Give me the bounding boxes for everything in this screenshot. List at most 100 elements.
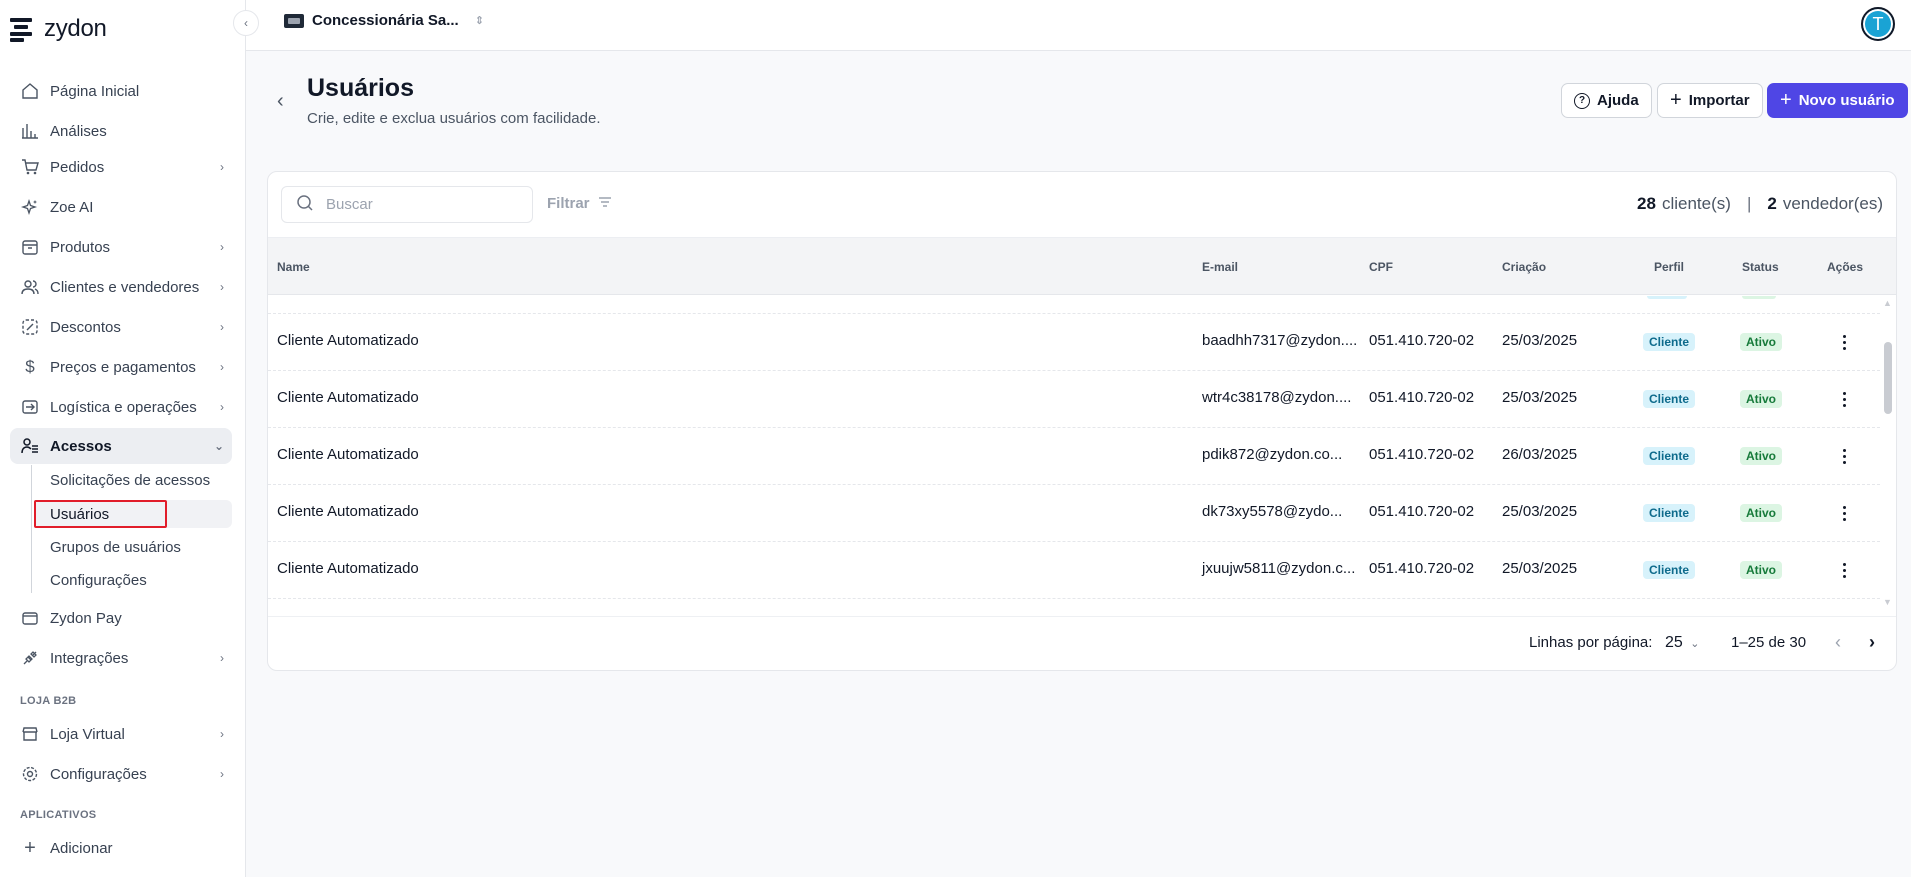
sellers-label: vendedor(es) bbox=[1782, 194, 1883, 213]
logistics-icon bbox=[20, 397, 40, 417]
sidebar-item-logistica[interactable]: Logística e operações › bbox=[10, 390, 232, 424]
sidebar-subitem-solicitacoes[interactable]: Solicitações de acessos bbox=[34, 466, 232, 494]
sidebar-item-clientes-vendedores[interactable]: Clientes e vendedores › bbox=[10, 270, 232, 304]
next-page-icon[interactable]: › bbox=[1869, 632, 1875, 653]
more-actions-icon[interactable] bbox=[1834, 560, 1854, 580]
avatar[interactable]: T bbox=[1861, 7, 1895, 41]
status-badge: Ativo bbox=[1740, 390, 1782, 408]
cell-name: Cliente Automatizado bbox=[277, 389, 419, 406]
status-badge: Ativo bbox=[1740, 561, 1782, 579]
cell-name: Cliente Automatizado bbox=[277, 503, 419, 520]
table-row[interactable]: Cliente Automatizado jxuujw5811@zydon.c.… bbox=[268, 542, 1880, 599]
rows-per-page-select[interactable]: 25 ⌄ bbox=[1665, 634, 1699, 652]
store-icon bbox=[20, 724, 40, 744]
sidebar-item-label: Zydon Pay bbox=[50, 609, 122, 627]
footer-divider bbox=[268, 616, 1896, 617]
sidebar-subitem-label: Usuários bbox=[50, 505, 110, 523]
search-placeholder: Buscar bbox=[326, 196, 373, 213]
search-input[interactable]: Buscar bbox=[281, 186, 533, 223]
scroll-down-icon[interactable]: ▼ bbox=[1883, 597, 1892, 607]
chevron-right-icon: › bbox=[220, 320, 224, 334]
cell-cpf: 051.410.720-02 bbox=[1369, 560, 1475, 577]
sidebar-subitem-configuracoes[interactable]: Configurações bbox=[34, 566, 232, 594]
import-button-label: Importar bbox=[1688, 92, 1750, 109]
more-actions-icon[interactable] bbox=[1834, 503, 1854, 523]
store-selector[interactable]: Concessionária Sa... ⇕ bbox=[284, 12, 484, 29]
sidebar-item-descontos[interactable]: Descontos › bbox=[10, 310, 232, 344]
column-header-name[interactable]: Name bbox=[277, 260, 310, 274]
box-icon bbox=[20, 237, 40, 257]
more-actions-icon[interactable] bbox=[1834, 389, 1854, 409]
sidebar-item-label: Integrações bbox=[50, 649, 129, 667]
chevron-down-icon: ⌄ bbox=[1690, 638, 1700, 650]
bar-chart-icon bbox=[20, 121, 40, 141]
dollar-icon: $ bbox=[25, 357, 35, 376]
column-header-cpf[interactable]: CPF bbox=[1369, 260, 1393, 274]
counts-separator: | bbox=[1746, 194, 1752, 213]
sellers-count: 2 bbox=[1767, 194, 1777, 213]
column-header-status[interactable]: Status bbox=[1742, 260, 1779, 274]
table-row[interactable]: Cliente Automatizado baadhh7317@zydon...… bbox=[268, 314, 1880, 371]
sidebar-item-analises[interactable]: Análises bbox=[10, 114, 232, 148]
sidebar-subitem-grupos[interactable]: Grupos de usuários bbox=[34, 533, 232, 561]
discount-icon bbox=[20, 317, 40, 337]
sidebar-subitem-label: Grupos de usuários bbox=[50, 538, 181, 556]
collapse-sidebar-button[interactable]: ‹ bbox=[233, 10, 259, 36]
scroll-up-icon[interactable]: ▲ bbox=[1883, 298, 1892, 308]
filter-button[interactable]: Filtrar bbox=[547, 195, 612, 212]
cell-cpf: 051.410.720-02 bbox=[1369, 446, 1475, 463]
table-row[interactable]: Cliente Automatizado pdik872@zydon.co...… bbox=[268, 428, 1880, 485]
new-user-button[interactable]: + Novo usuário bbox=[1767, 83, 1908, 118]
chevron-right-icon: › bbox=[220, 160, 224, 174]
sidebar-item-label: Descontos bbox=[50, 318, 121, 336]
help-button[interactable]: ? Ajuda bbox=[1561, 83, 1652, 118]
rows-per-page-label: Linhas por página: bbox=[1529, 634, 1653, 651]
table-row-partial bbox=[268, 296, 1880, 314]
import-button[interactable]: + Importar bbox=[1657, 83, 1763, 118]
sidebar-item-pagina-inicial[interactable]: Página Inicial bbox=[10, 74, 232, 108]
column-header-profile[interactable]: Perfil bbox=[1654, 260, 1684, 274]
prev-page-icon[interactable]: ‹ bbox=[1835, 632, 1841, 653]
sidebar-item-label: Análises bbox=[50, 122, 107, 140]
cell-email: pdik872@zydon.co... bbox=[1202, 446, 1343, 463]
vertical-scrollbar[interactable] bbox=[1884, 342, 1892, 414]
home-icon bbox=[20, 81, 40, 101]
sidebar-item-precos-pagamentos[interactable]: $ Preços e pagamentos › bbox=[10, 350, 232, 384]
page-title: Usuários bbox=[307, 74, 414, 102]
sidebar-item-label: Acessos bbox=[50, 437, 112, 455]
sidebar-item-configuracoes[interactable]: Configurações › bbox=[10, 757, 232, 791]
sidebar-item-zoe-ai[interactable]: Zoe AI bbox=[10, 190, 232, 224]
column-header-created[interactable]: Criação bbox=[1502, 260, 1546, 274]
sidebar-subitem-usuarios[interactable]: Usuários bbox=[34, 500, 232, 528]
table-row[interactable]: Cliente Automatizado wtr4c38178@zydon...… bbox=[268, 371, 1880, 428]
profile-badge: Cliente bbox=[1643, 333, 1696, 351]
clients-count: 28 bbox=[1637, 194, 1656, 213]
chevron-updown-icon: ⇕ bbox=[474, 15, 484, 27]
sidebar-item-adicionar[interactable]: + Adicionar bbox=[10, 831, 232, 865]
sidebar-item-acessos[interactable]: Acessos ⌄ bbox=[10, 428, 232, 464]
column-header-email[interactable]: E-mail bbox=[1202, 260, 1238, 274]
zydon-logo[interactable]: zydon bbox=[10, 14, 107, 44]
section-label-loja-b2b: LOJA B2B bbox=[20, 695, 77, 707]
sidebar-item-label: Preços e pagamentos bbox=[50, 358, 196, 376]
more-actions-icon[interactable] bbox=[1834, 446, 1854, 466]
zydon-logo-icon bbox=[10, 16, 36, 42]
status-badge: Ativo bbox=[1740, 504, 1782, 522]
more-actions-icon[interactable] bbox=[1834, 332, 1854, 352]
plus-icon: + bbox=[24, 836, 36, 859]
sidebar-item-integracoes[interactable]: Integrações › bbox=[10, 641, 232, 675]
column-header-actions: Ações bbox=[1827, 260, 1864, 274]
new-user-button-label: Novo usuário bbox=[1798, 92, 1895, 109]
table-row[interactable]: Cliente Automatizado dk73xy5578@zydo... … bbox=[268, 485, 1880, 542]
sidebar-item-produtos[interactable]: Produtos › bbox=[10, 230, 232, 264]
sidebar-item-pedidos[interactable]: Pedidos › bbox=[10, 150, 232, 184]
chevron-right-icon: › bbox=[220, 651, 224, 665]
plus-icon: + bbox=[1780, 89, 1792, 111]
table-header: Name E-mail CPF Criação Perfil Status Aç… bbox=[268, 237, 1896, 295]
sidebar-item-label: Página Inicial bbox=[50, 82, 140, 100]
profile-badge: Cliente bbox=[1643, 561, 1696, 579]
back-arrow-icon[interactable]: ‹ bbox=[277, 90, 284, 113]
sidebar-item-zydon-pay[interactable]: Zydon Pay bbox=[10, 601, 232, 635]
sidebar-item-loja-virtual[interactable]: Loja Virtual › bbox=[10, 717, 232, 751]
cell-created: 26/03/2025 bbox=[1502, 446, 1578, 463]
